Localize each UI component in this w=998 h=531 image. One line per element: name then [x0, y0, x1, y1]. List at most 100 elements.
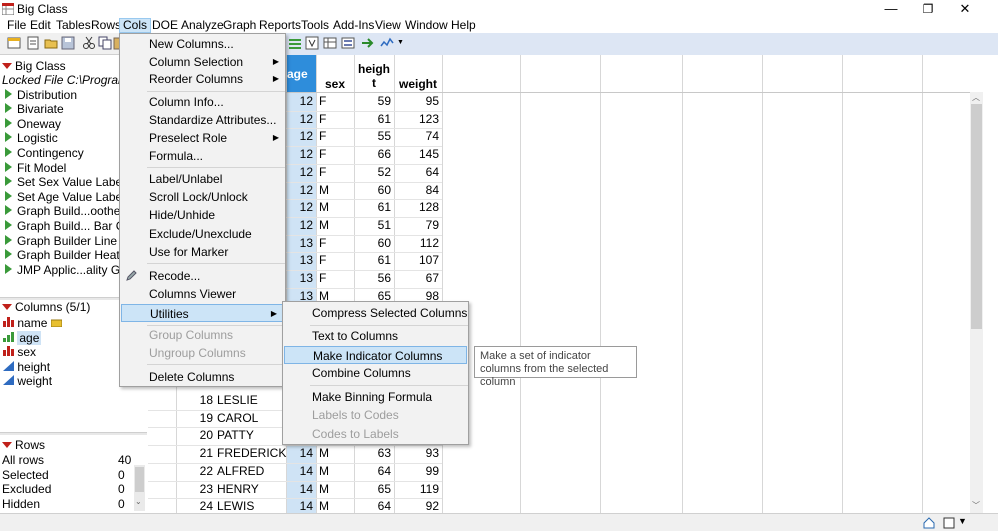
cell-weight[interactable]: 79 — [394, 217, 442, 235]
cell-name[interactable]: ALFRED — [214, 463, 294, 481]
red-triangle-icon[interactable] — [2, 63, 12, 69]
cell-age[interactable]: 12 — [286, 199, 316, 217]
cell-sex[interactable]: M — [316, 217, 354, 235]
open-folder-icon[interactable] — [44, 36, 58, 50]
cell-sex[interactable]: F — [316, 111, 354, 129]
cell-weight[interactable]: 99 — [394, 463, 442, 481]
new-table-icon[interactable] — [7, 36, 21, 50]
cell-height[interactable]: 64 — [354, 498, 394, 513]
cell-name[interactable]: LEWIS — [214, 498, 294, 513]
cell-age[interactable]: 12 — [286, 164, 316, 182]
menu-codes-to-labels[interactable]: Codes to Labels — [283, 425, 468, 443]
menu-view[interactable]: View — [372, 18, 404, 33]
cell-height[interactable]: 60 — [354, 182, 394, 200]
menu-labels-to-codes[interactable]: Labels to Codes — [283, 406, 468, 424]
menu-make-binning-formula[interactable]: Make Binning Formula — [283, 388, 468, 406]
menu-hide-unhide[interactable]: Hide/Unhide — [120, 206, 285, 224]
cell-age[interactable]: 12 — [286, 111, 316, 129]
menu-column-info[interactable]: Column Info... — [120, 93, 285, 111]
menu-formula[interactable]: Formula... — [120, 147, 285, 165]
close-button[interactable]: ✕ — [947, 0, 983, 18]
toolbar-overflow-icon[interactable]: ▼ — [397, 39, 404, 46]
run-script-icon[interactable] — [5, 234, 12, 245]
menu-use-for-marker[interactable]: Use for Marker — [120, 243, 285, 261]
cell-age[interactable]: 12 — [286, 128, 316, 146]
row-number[interactable]: 20 — [148, 427, 216, 445]
restore-button[interactable]: ❐ — [910, 0, 946, 18]
run-script-icon[interactable] — [5, 161, 12, 172]
cell-sex[interactable]: M — [316, 445, 354, 463]
cell-sex[interactable]: F — [316, 235, 354, 253]
col-header-weight[interactable]: weight — [394, 55, 442, 93]
menu-columns-viewer[interactable]: Columns Viewer — [120, 285, 285, 303]
cell-age[interactable]: 13 — [286, 235, 316, 253]
menu-cols[interactable]: Cols — [119, 18, 152, 33]
cell-height[interactable]: 66 — [354, 146, 394, 164]
cell-sex[interactable]: M — [316, 481, 354, 499]
col-header-sex[interactable]: sex — [316, 55, 354, 93]
cell-weight[interactable]: 67 — [394, 270, 442, 288]
save-icon[interactable] — [61, 36, 75, 50]
cell-age[interactable]: 14 — [286, 481, 316, 499]
home-icon[interactable] — [923, 517, 935, 529]
dropdown-arrow-icon[interactable]: ▼ — [958, 516, 967, 526]
cell-weight[interactable]: 107 — [394, 252, 442, 270]
row-number[interactable]: 18 — [148, 392, 216, 410]
sort-icon[interactable] — [305, 36, 319, 50]
menu-utilities[interactable]: Utilities ▶ — [121, 304, 284, 322]
run-script-icon[interactable] — [5, 205, 12, 216]
scroll-up-icon[interactable]: ︿ — [972, 92, 980, 103]
cell-sex[interactable]: F — [316, 164, 354, 182]
menu-file[interactable]: File — [4, 18, 29, 33]
cell-age[interactable]: 13 — [286, 270, 316, 288]
run-script-icon[interactable] — [5, 190, 12, 201]
menu-combine-columns[interactable]: Combine Columns — [283, 364, 468, 382]
cell-weight[interactable]: 92 — [394, 498, 442, 513]
menu-help[interactable]: Help — [448, 18, 479, 33]
run-script-icon[interactable] — [5, 263, 12, 274]
menu-new-columns[interactable]: New Columns... — [120, 35, 285, 53]
graph-icon[interactable] — [380, 36, 394, 50]
cell-height[interactable]: 55 — [354, 128, 394, 146]
menu-standardize-attributes[interactable]: Standardize Attributes... — [120, 111, 285, 129]
run-script-icon[interactable] — [5, 103, 12, 114]
cell-weight[interactable]: 84 — [394, 182, 442, 200]
new-script-icon[interactable] — [26, 36, 40, 50]
run-script-icon[interactable] — [5, 219, 12, 230]
menu-label-unlabel[interactable]: Label/Unlabel — [120, 170, 285, 188]
cell-weight[interactable]: 145 — [394, 146, 442, 164]
cell-sex[interactable]: F — [316, 93, 354, 111]
run-script-icon[interactable] — [5, 132, 12, 143]
cell-sex[interactable]: F — [316, 270, 354, 288]
menu-column-selection[interactable]: Column Selection ▶ — [120, 53, 285, 71]
cell-name[interactable]: FREDERICK — [214, 445, 294, 463]
menu-group-columns[interactable]: Group Columns — [120, 326, 285, 344]
cell-height[interactable]: 56 — [354, 270, 394, 288]
menu-graph[interactable]: Graph — [220, 18, 259, 33]
red-triangle-icon[interactable] — [2, 442, 12, 448]
cell-height[interactable]: 61 — [354, 111, 394, 129]
menu-recode[interactable]: Recode... — [120, 267, 285, 285]
cell-age[interactable]: 14 — [286, 463, 316, 481]
run-script-icon[interactable] — [361, 36, 375, 50]
cell-age[interactable]: 12 — [286, 93, 316, 111]
run-script-icon[interactable] — [5, 146, 12, 157]
cell-weight[interactable]: 64 — [394, 164, 442, 182]
menu-reports[interactable]: Reports — [256, 18, 304, 33]
cell-height[interactable]: 52 — [354, 164, 394, 182]
menu-add-ins[interactable]: Add-Ins — [330, 18, 377, 33]
menu-make-indicator-columns[interactable]: Make Indicator Columns — [284, 346, 467, 364]
cell-weight[interactable]: 93 — [394, 445, 442, 463]
cell-age[interactable]: 12 — [286, 146, 316, 164]
menu-delete-columns[interactable]: Delete Columns — [120, 368, 285, 386]
cell-age[interactable]: 13 — [286, 252, 316, 270]
menu-edit[interactable]: Edit — [27, 18, 54, 33]
cell-height[interactable]: 61 — [354, 252, 394, 270]
cut-icon[interactable] — [82, 36, 96, 50]
cell-name[interactable]: HENRY — [214, 481, 294, 499]
window-list-icon[interactable] — [943, 517, 955, 529]
cell-height[interactable]: 65 — [354, 481, 394, 499]
cell-height[interactable]: 59 — [354, 93, 394, 111]
menu-preselect-role[interactable]: Preselect Role ▶ — [120, 129, 285, 147]
cell-height[interactable]: 64 — [354, 463, 394, 481]
